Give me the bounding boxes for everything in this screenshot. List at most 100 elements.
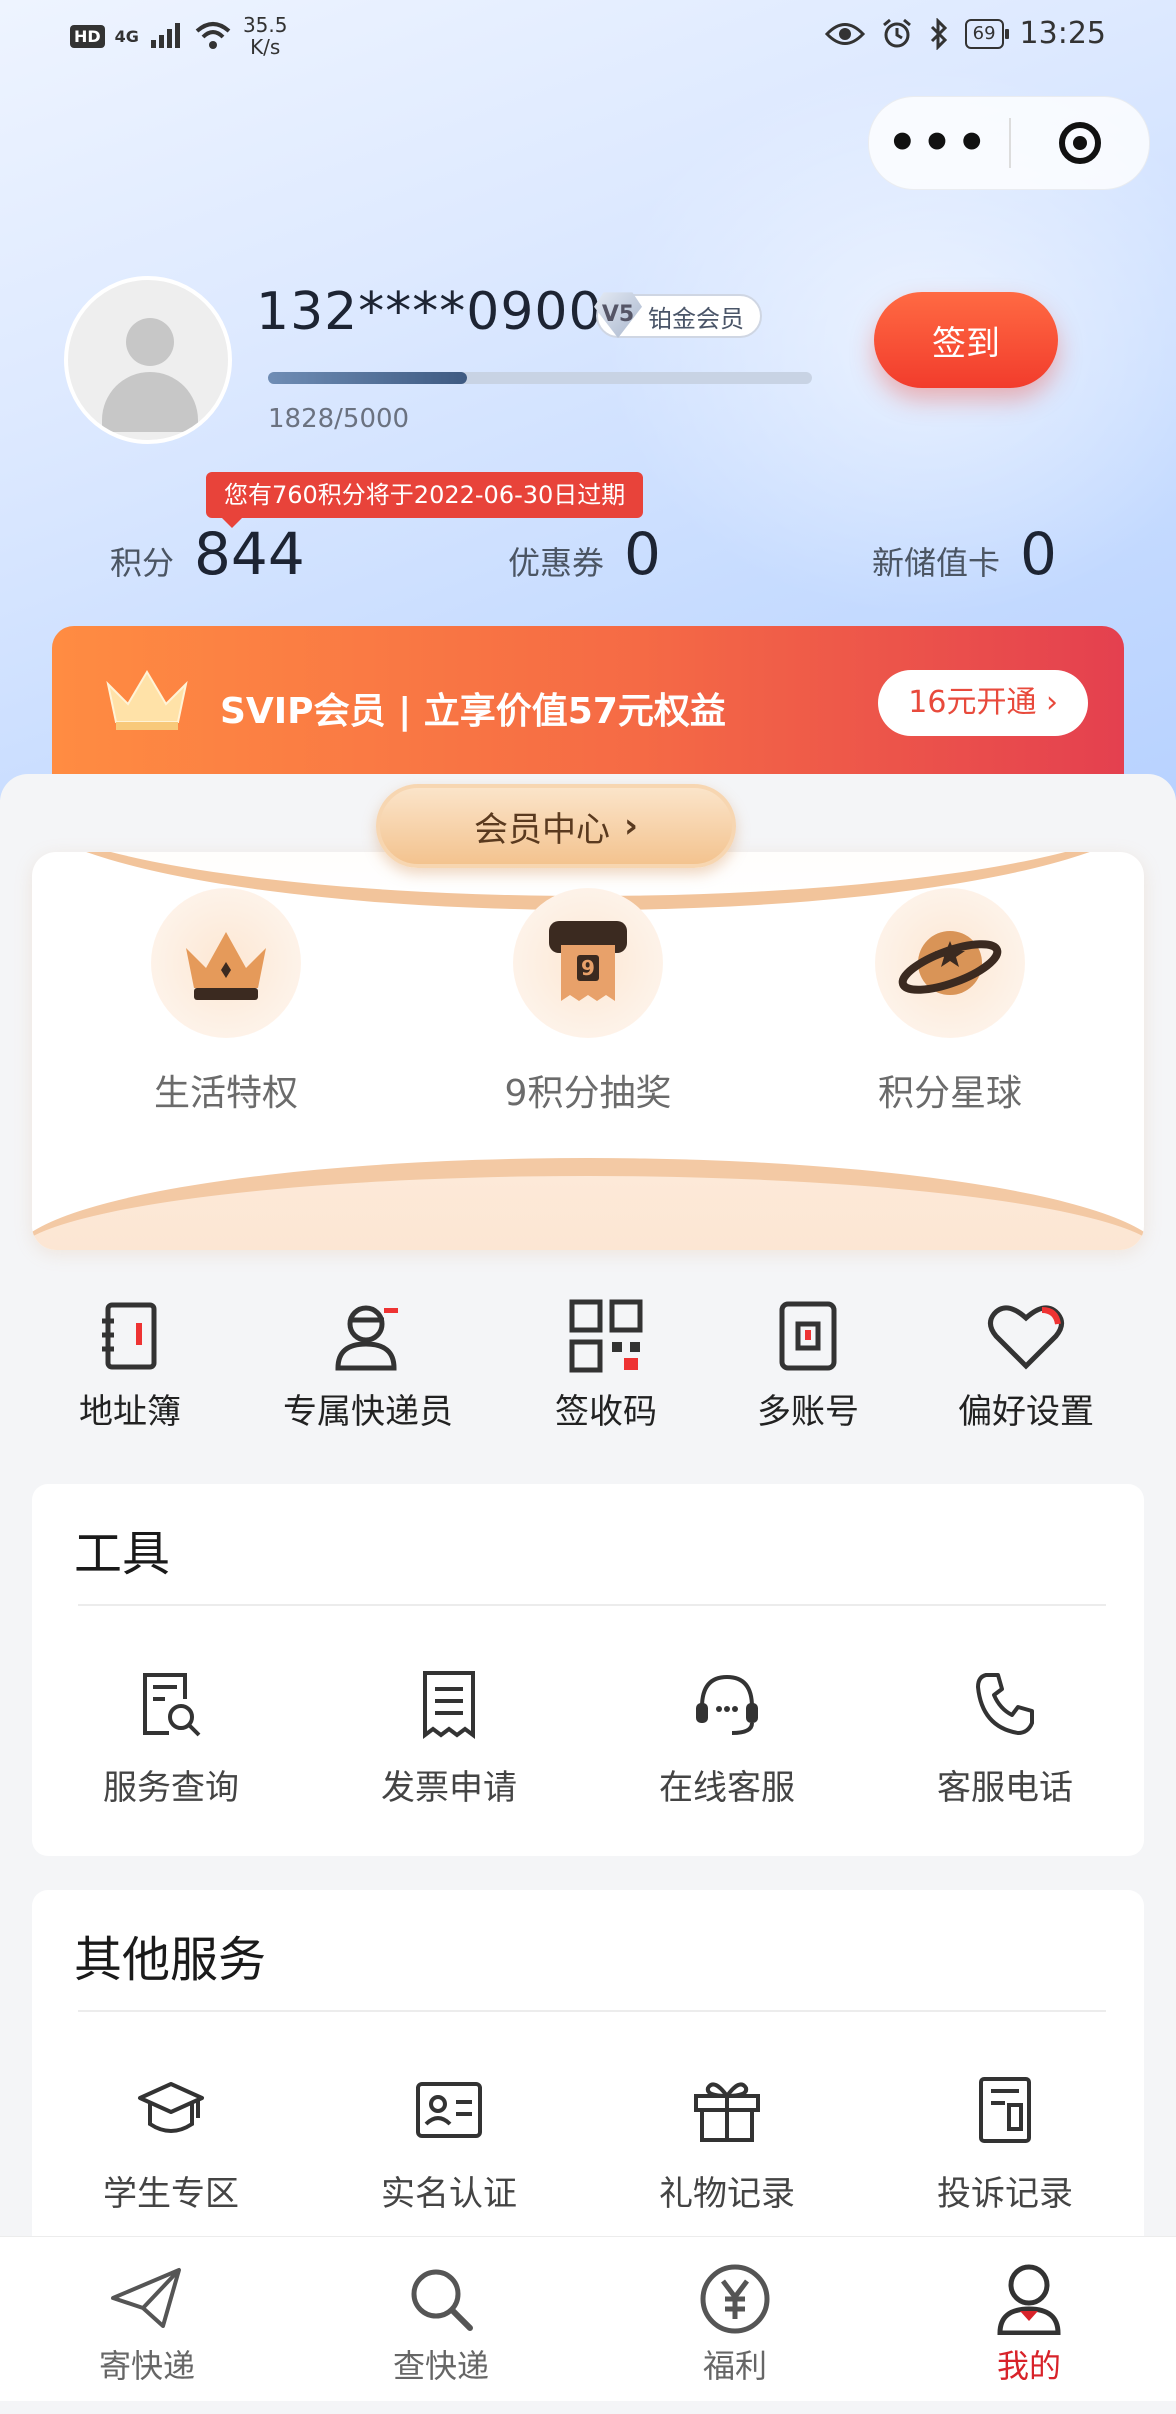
member-tier-badge[interactable]: V5 铂金会员 bbox=[594, 292, 762, 338]
quick-link-label: 偏好设置 bbox=[958, 1392, 1094, 1432]
signal-icon bbox=[150, 23, 180, 48]
tab-label: 查快递 bbox=[392, 2347, 489, 2385]
clock: 13:25 bbox=[1019, 16, 1106, 51]
quick-courier[interactable]: 专属快递员 bbox=[248, 1296, 488, 1433]
service-label: 礼物记录 bbox=[659, 2174, 795, 2214]
tool-label: 在线客服 bbox=[659, 1768, 795, 1808]
invoice-icon bbox=[423, 1671, 475, 1739]
qr-code-icon bbox=[569, 1299, 643, 1373]
courier-icon bbox=[335, 1305, 398, 1371]
main-content: 会员中心 › 生活特权 9 9积分抽奖 积分星球 地址簿 专属快递员 签收码 多… bbox=[0, 774, 1176, 2414]
headset-icon bbox=[696, 1674, 758, 1735]
quick-preferences[interactable]: 偏好设置 bbox=[906, 1296, 1146, 1433]
member-item-label: 生活特权 bbox=[153, 1073, 298, 1114]
member-item-points-planet[interactable]: 积分星球 bbox=[800, 888, 1100, 1116]
stat-label: 新储值卡 bbox=[872, 544, 1001, 582]
member-item-life-privilege[interactable]: 生活特权 bbox=[76, 888, 376, 1116]
svip-text: SVIP会员 | 立享价值57元权益 bbox=[220, 691, 726, 732]
level-progress-fill bbox=[268, 372, 467, 384]
search-icon bbox=[411, 2269, 473, 2331]
tool-online-service[interactable]: 在线客服 bbox=[588, 1664, 866, 1809]
stat-points[interactable]: 积分 844 bbox=[110, 520, 305, 588]
quick-link-label: 专属快递员 bbox=[283, 1392, 453, 1432]
avatar[interactable] bbox=[64, 276, 232, 444]
miniprogram-capsule: ••• bbox=[868, 96, 1150, 190]
alarm-icon bbox=[882, 18, 911, 47]
close-miniprogram-button[interactable] bbox=[1011, 122, 1149, 164]
other-services-panel: 其他服务 学生专区 实名认证 礼物记录 投诉记录 bbox=[32, 1890, 1144, 2290]
member-item-label: 积分星球 bbox=[877, 1073, 1022, 1114]
gift-icon bbox=[694, 2082, 760, 2142]
tab-track-express[interactable]: 查快递 bbox=[294, 2237, 588, 2401]
multi-account-icon bbox=[779, 1301, 837, 1371]
heart-icon bbox=[988, 1305, 1064, 1370]
bluetooth-icon bbox=[930, 17, 947, 50]
tool-service-search[interactable]: 服务查询 bbox=[32, 1664, 310, 1809]
target-circle-icon bbox=[1059, 122, 1101, 164]
tool-service-phone[interactable]: 客服电话 bbox=[866, 1664, 1144, 1809]
stat-stored-value-card[interactable]: 新储值卡 0 bbox=[872, 520, 1057, 588]
stat-label: 积分 bbox=[110, 544, 175, 582]
quick-link-label: 地址簿 bbox=[79, 1392, 181, 1432]
user-icon bbox=[997, 2264, 1061, 2335]
section-divider bbox=[78, 1604, 1106, 1606]
service-search-icon bbox=[143, 1673, 201, 1737]
planet-icon bbox=[875, 888, 1025, 1038]
tab-label: 我的 bbox=[996, 2347, 1061, 2385]
service-real-name[interactable]: 实名认证 bbox=[310, 2070, 588, 2215]
wifi-icon bbox=[195, 22, 231, 49]
status-bar: HD 4G 35.5 K/s 69 13:25 bbox=[0, 0, 1176, 72]
quick-multi-account[interactable]: 多账号 bbox=[688, 1296, 928, 1433]
tab-benefits[interactable]: 福利 bbox=[588, 2237, 882, 2401]
quick-link-label: 多账号 bbox=[757, 1392, 859, 1432]
battery-icon: 69 bbox=[964, 18, 1009, 49]
svip-banner[interactable]: SVIP会员 | 立享价值57元权益 16元开通 › bbox=[52, 626, 1124, 796]
yen-coin-icon bbox=[700, 2264, 770, 2334]
section-title: 工具 bbox=[74, 1526, 171, 1582]
level-progress-text: 1828/5000 bbox=[268, 404, 410, 434]
member-item-label: 9积分抽奖 bbox=[504, 1073, 672, 1114]
chevron-right-icon: › bbox=[623, 806, 638, 846]
crown-icon bbox=[106, 670, 188, 730]
tool-invoice[interactable]: 发票申请 bbox=[310, 1664, 588, 1809]
card-arc-bottom bbox=[32, 1158, 1144, 1250]
quick-address-book[interactable]: 地址簿 bbox=[10, 1296, 250, 1433]
crown-icon bbox=[151, 888, 301, 1038]
svg-text:9: 9 bbox=[581, 956, 595, 980]
service-label: 学生专区 bbox=[103, 2174, 239, 2214]
bottom-tab-bar: 寄快递 查快递 福利 我的 bbox=[0, 2236, 1176, 2401]
tab-send-express[interactable]: 寄快递 bbox=[0, 2237, 294, 2401]
signin-button[interactable]: 签到 bbox=[874, 292, 1058, 388]
address-book-icon bbox=[102, 1302, 157, 1370]
more-dots-icon[interactable]: ••• bbox=[869, 119, 1009, 167]
tool-label: 服务查询 bbox=[103, 1768, 239, 1808]
section-title: 其他服务 bbox=[74, 1932, 267, 1988]
stat-label: 优惠券 bbox=[508, 544, 605, 582]
level-progress-bar bbox=[268, 372, 812, 384]
stat-value: 0 bbox=[1020, 520, 1057, 588]
network-speed: 35.5 K/s bbox=[242, 13, 288, 59]
service-gift-records[interactable]: 礼物记录 bbox=[588, 2070, 866, 2215]
paper-plane-icon bbox=[111, 2268, 181, 2328]
stat-value: 0 bbox=[624, 520, 661, 588]
tab-label: 寄快递 bbox=[98, 2347, 195, 2385]
stat-coupons[interactable]: 优惠券 0 bbox=[508, 520, 661, 588]
member-center-button[interactable]: 会员中心 › bbox=[376, 784, 736, 868]
diamond-level-icon: V5 bbox=[594, 292, 642, 338]
svip-open-button[interactable]: 16元开通 › bbox=[878, 670, 1088, 736]
phone-icon bbox=[976, 1673, 1034, 1735]
section-divider bbox=[78, 2010, 1106, 2012]
member-item-lottery[interactable]: 9 9积分抽奖 bbox=[438, 888, 738, 1116]
tab-mine[interactable]: 我的 bbox=[882, 2237, 1176, 2401]
tool-label: 发票申请 bbox=[381, 1768, 517, 1808]
service-label: 实名认证 bbox=[381, 2174, 517, 2214]
service-student-zone[interactable]: 学生专区 bbox=[32, 2070, 310, 2215]
points-expiry-tooltip: 您有760积分将于2022-06-30日过期 bbox=[206, 472, 644, 528]
stat-value: 844 bbox=[194, 520, 305, 588]
lottery-ticket-icon: 9 bbox=[513, 888, 663, 1038]
service-complaint-records[interactable]: 投诉记录 bbox=[866, 2070, 1144, 2215]
member-tier-label: 铂金会员 bbox=[648, 304, 744, 333]
hd-badge: HD bbox=[70, 24, 105, 48]
tools-panel: 工具 服务查询 发票申请 在线客服 客服电话 bbox=[32, 1484, 1144, 1856]
tab-label: 福利 bbox=[702, 2347, 767, 2385]
